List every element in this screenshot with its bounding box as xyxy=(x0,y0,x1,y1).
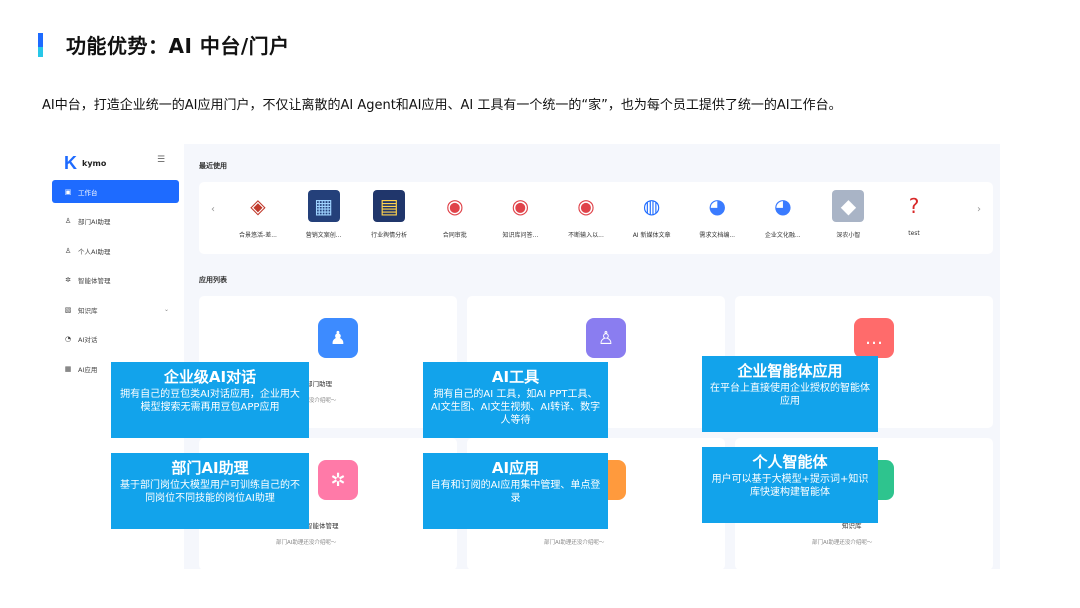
sidebar-item-label: 个人AI助理 xyxy=(78,247,111,256)
recent-app-label: 深农小智 xyxy=(836,232,861,239)
recent-app-label: 行业舆情分析 xyxy=(371,232,408,239)
agent-icon: ✲ xyxy=(65,276,71,285)
recent-section-title: 最近使用 xyxy=(199,162,227,170)
sidebar-item-label: 部门AI助理 xyxy=(78,218,111,227)
app-icon: ♙ xyxy=(586,318,626,358)
chevron-down-icon: ⌄ xyxy=(163,306,169,314)
recent-app-label: test xyxy=(908,230,920,237)
knowledge-icon: ▧ xyxy=(64,305,72,314)
recent-app-item[interactable]: ▤ 行业舆情分析 xyxy=(358,190,420,239)
chevron-right-icon[interactable]: › xyxy=(977,204,981,215)
chat-icon: ◔ xyxy=(64,335,72,344)
recent-app-item[interactable]: ◈ 合景悠活-差... xyxy=(227,190,289,239)
department-icon: ♙ xyxy=(64,217,72,226)
feature-callout: 企业级AI对话拥有自己的豆包类AI对话应用，企业用大模型搜索无需再用豆包APP应… xyxy=(111,362,309,438)
apps-icon: ▦ xyxy=(64,365,72,374)
recent-app-item[interactable]: ◉ 不断输入以... xyxy=(555,190,617,239)
recent-app-icon: ◍ xyxy=(635,190,668,222)
callout-title: 个人智能体 xyxy=(752,453,828,471)
callout-text: 在平台上直接使用企业授权的智能体应用 xyxy=(710,383,870,407)
sidebar-item[interactable]: ▧ 知识库 ⌄ xyxy=(52,298,179,321)
app-icon: … xyxy=(854,318,894,358)
apps-section-title: 应用列表 xyxy=(199,276,227,284)
recent-app-label: 合景悠活-差... xyxy=(239,232,277,239)
app-name: kymo xyxy=(82,159,107,168)
feature-callout: 企业智能体应用在平台上直接使用企业授权的智能体应用 xyxy=(702,356,878,432)
feature-callout: 个人智能体用户可以基于大模型+提示词+知识库快速构建智能体 xyxy=(702,447,878,523)
recent-app-icon: ◉ xyxy=(438,190,471,222)
recent-app-icon: ▤ xyxy=(373,190,406,222)
feature-callout: 部门AI助理基于部门岗位大模型用户可训练自己的不同岗位不同技能的岗位AI助理 xyxy=(111,453,309,529)
callout-text: 基于部门岗位大模型用户可训练自己的不同岗位不同技能的岗位AI助理 xyxy=(120,480,300,504)
person-icon: ♙ xyxy=(64,246,72,255)
callout-text: 自有和订阅的AI应用集中管理、单点登录 xyxy=(430,480,601,504)
sidebar-item[interactable]: ◔ AI对话 xyxy=(52,328,179,351)
menu-icon[interactable]: ☰ xyxy=(157,155,165,165)
callout-title: AI工具 xyxy=(491,368,540,386)
recent-app-label: 企业文化融... xyxy=(764,232,801,239)
recent-app-item[interactable]: ? test xyxy=(883,190,945,237)
recent-app-item[interactable]: ▦ 营销文案创... xyxy=(293,190,355,239)
recent-app-label: 合同审批 xyxy=(442,232,467,239)
app-description: 部门AI助理还没介绍呢～ xyxy=(276,540,337,546)
recent-app-icon: ◈ xyxy=(242,190,274,222)
feature-callout: AI应用自有和订阅的AI应用集中管理、单点登录 xyxy=(423,453,608,529)
recent-app-label: 需求文档编... xyxy=(699,232,736,239)
callout-title: 企业级AI对话 xyxy=(163,368,257,386)
slide: 功能优势：AI 中台/门户 AI中台，打造企业统一的AI应用门户，不仅让离散的A… xyxy=(0,0,1080,608)
sidebar-item[interactable]: ✲ 智能体管理 xyxy=(52,269,179,292)
slide-title: 功能优势：AI 中台/门户 xyxy=(66,34,290,58)
recent-app-item[interactable]: ◕ 企业文化融... xyxy=(752,190,814,239)
recent-app-icon: ◆ xyxy=(832,190,865,222)
sidebar-item-label: 知识库 xyxy=(78,306,98,315)
callout-text: 用户可以基于大模型+提示词+知识库快速构建智能体 xyxy=(711,474,869,498)
recent-app-icon: ▦ xyxy=(307,190,340,222)
app-name: 部门助理 xyxy=(306,380,332,388)
sidebar-item-label: AI应用 xyxy=(78,366,98,375)
recent-app-icon: ◉ xyxy=(570,190,602,222)
recent-app-icon: ◕ xyxy=(701,190,734,222)
sidebar-item[interactable]: ▣ 工作台 xyxy=(52,180,179,203)
title-accent-bar xyxy=(38,33,43,57)
recent-app-item[interactable]: ◕ 需求文档编... xyxy=(686,190,748,239)
recent-app-label: AI 新媒体文章 xyxy=(632,232,671,239)
app-logo[interactable]: K kymo xyxy=(64,153,106,174)
sidebar-nav: ▣ 工作台 ♙ 部门AI助理 ♙ 个人AI助理 ✲ 智能体管理 ▧ 知识库 ⌄ ◔ AI对话 ▦ AI应用 xyxy=(52,180,179,387)
app-description: 部门AI助理还没介绍呢～ xyxy=(544,540,605,546)
app-icon: ✲ xyxy=(318,460,358,500)
slide-description: AI中台，打造企业统一的AI应用门户，不仅让离散的AI Agent和AI应用、A… xyxy=(42,98,842,113)
app-description: 部门AI助理还没介绍呢～ xyxy=(812,540,873,546)
feature-callout: AI工具拥有自己的AI 工具，如AI PPT工具、AI文生图、AI文生视频、AI… xyxy=(423,362,608,438)
callout-title: AI应用 xyxy=(491,459,540,477)
sidebar-item-label: 智能体管理 xyxy=(78,277,111,286)
recent-panel: ‹ › ◈ 合景悠活-差... ▦ 营销文案创... ▤ 行业舆情分析 ◉ 合同审批 ◉ 知识库问… xyxy=(199,182,993,254)
recent-app-item[interactable]: ◉ 知识库问答... xyxy=(489,190,551,239)
app-name: 智能体管理 xyxy=(306,522,339,530)
callout-title: 部门AI助理 xyxy=(171,459,249,477)
sidebar-item[interactable]: ♙ 个人AI助理 xyxy=(52,239,179,262)
recent-app-item[interactable]: ◍ AI 新媒体文章 xyxy=(621,190,683,239)
sidebar-item[interactable]: ♙ 部门AI助理 xyxy=(52,210,179,233)
recent-app-label: 不断输入以... xyxy=(568,232,604,239)
callout-title: 企业智能体应用 xyxy=(737,362,843,380)
logo-k-icon: K xyxy=(64,153,77,173)
recent-app-item[interactable]: ◆ 深农小智 xyxy=(817,190,879,239)
recent-app-label: 营销文案创... xyxy=(305,232,342,239)
recent-app-icon: ◉ xyxy=(504,190,537,222)
callout-text: 拥有自己的豆包类AI对话应用，企业用大模型搜索无需再用豆包APP应用 xyxy=(120,389,300,413)
chevron-left-icon[interactable]: ‹ xyxy=(211,204,215,215)
sidebar-item-label: AI对话 xyxy=(78,336,98,345)
app-icon: ♟ xyxy=(318,318,358,358)
recent-app-icon: ? xyxy=(898,190,930,222)
callout-text: 拥有自己的AI 工具，如AI PPT工具、AI文生图、AI文生视频、AI转译、数… xyxy=(430,389,601,426)
sidebar-item-label: 工作台 xyxy=(78,188,98,197)
recent-app-icon: ◕ xyxy=(766,190,799,222)
recent-app-label: 知识库问答... xyxy=(502,232,539,239)
workbench-icon: ▣ xyxy=(64,187,72,196)
recent-app-item[interactable]: ◉ 合同审批 xyxy=(424,190,486,239)
